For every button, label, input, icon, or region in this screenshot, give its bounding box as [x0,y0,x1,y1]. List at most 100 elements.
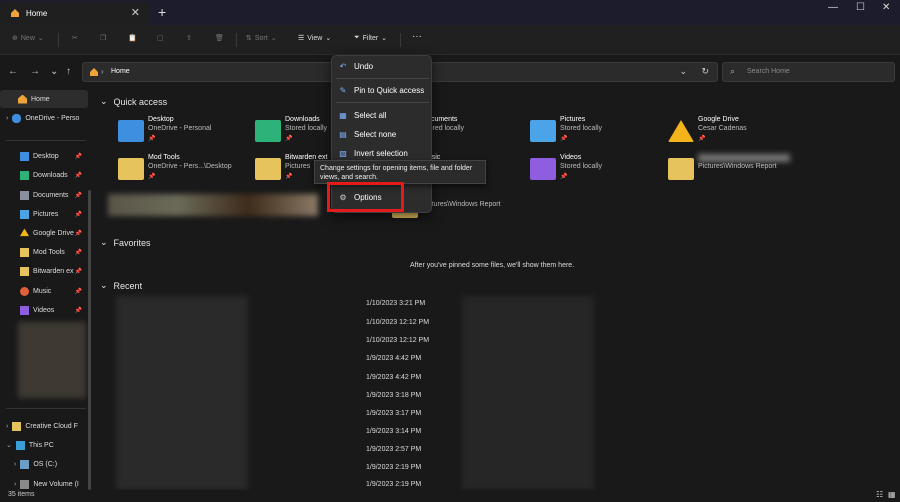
tile-pictures[interactable]: Pictures Stored locally 📌 [530,116,660,150]
folder-icon [20,247,29,257]
chevron-right-icon: › [14,480,17,488]
refresh-icon[interactable]: ↻ [701,66,709,77]
pin-icon: 📌 [74,288,82,295]
menu-undo[interactable]: ↶ Undo [332,57,433,76]
sidebar-item-downloads[interactable]: Downloads 📌 [0,166,88,184]
tile-google-drive[interactable]: Google Drive Cesar Cadenas 📌 [668,116,798,150]
pin-icon: ✎ [339,85,347,95]
pin-icon: 📌 [74,153,82,160]
menu-select-none[interactable]: ▤ Select none [332,125,433,144]
recent-date: 1/9/2023 4:42 PM [366,374,422,381]
sidebar-item-creative-cloud[interactable]: › Creative Cloud F [0,417,88,435]
sort-button[interactable]: ⇅ Sort ⌄ [246,34,277,43]
sidebar-item-this-pc[interactable]: ⌄ This PC [0,436,88,454]
item-count: 35 items [8,491,35,498]
home-icon [10,8,20,20]
chevron-right-icon: › [14,460,17,468]
pictures-icon [20,209,29,219]
chevron-down-icon[interactable]: ⌄ [679,66,687,77]
close-window-button[interactable]: ✕ [882,2,890,13]
tile-videos[interactable]: Videos Stored locally 📌 [530,154,660,188]
new-tab-button[interactable]: + [158,4,166,20]
sidebar-item-home[interactable]: Home [0,90,88,108]
pin-icon: 📌 [560,174,568,180]
recent-date: 1/9/2023 3:18 PM [366,392,422,399]
red-highlight-box [327,182,404,212]
sidebar-item-videos[interactable]: Videos 📌 [0,301,88,319]
tab-title: Home [26,9,48,18]
rename-icon[interactable]: ▢ [157,34,164,42]
blurred-content [462,296,594,490]
forward-arrow-icon[interactable]: → [30,66,40,77]
recent-date: 1/9/2023 4:42 PM [366,355,422,362]
sidebar-item-bitwarden[interactable]: Bitwarden ex 📌 [0,262,88,280]
pin-icon: 📌 [74,172,82,179]
menu-pin-quick-access[interactable]: ✎ Pin to Quick access [332,81,433,100]
sidebar-item-os-c[interactable]: › OS (C:) [0,455,88,473]
cut-icon[interactable]: ✂ [72,34,78,42]
sidebar-item-google-drive[interactable]: Google Drive 📌 [0,224,88,242]
view-button[interactable]: ☰ View ⌄ [298,34,331,43]
select-all-icon: ▦ [339,110,347,120]
view-icon: ☰ [298,35,305,42]
tile-windows-report[interactable]: Pictures\Windows Report [668,154,798,188]
recent-date: 1/9/2023 2:19 PM [366,481,422,488]
pictures-icon [530,120,556,142]
desktop-icon [118,120,144,142]
sidebar-item-documents[interactable]: Documents 📌 [0,186,88,204]
divider [6,140,86,141]
pin-icon: 📌 [74,268,82,275]
tile-mod-tools[interactable]: Mod Tools OneDrive - Pers...\Desktop 📌 [118,154,248,188]
home-icon [89,67,99,79]
delete-icon[interactable]: 🗑 [215,34,224,42]
tab-home[interactable]: Home ✕ [0,2,150,25]
section-recent[interactable]: ⌄ Recent [100,280,142,291]
tile-desktop[interactable]: Desktop OneDrive - Personal 📌 [118,116,248,150]
options-tooltip: Change settings for opening items, file … [314,160,486,184]
blurred-content [18,322,86,398]
paste-icon[interactable]: 📋 [128,34,137,42]
folder-icon [20,266,29,276]
download-icon [255,120,281,142]
close-tab-icon[interactable]: ✕ [131,6,140,19]
filter-button[interactable]: ⏷ Filter ⌄ [354,34,387,42]
new-button[interactable]: ⊕ New ⌄ [12,34,44,43]
share-icon[interactable]: ⇪ [186,34,192,42]
videos-icon [20,305,29,315]
address-path: Home [111,68,130,75]
sidebar-item-music[interactable]: Music 📌 [0,282,88,300]
chevron-right-icon: › [6,114,9,122]
blurred-content [698,154,790,162]
sidebar-item-onedrive[interactable]: › OneDrive - Perso [0,109,88,127]
search-box[interactable]: ⌕ Search Home [722,62,895,82]
filter-icon: ⏷ [354,34,360,41]
back-arrow-icon[interactable]: ← [8,66,18,77]
maximize-button[interactable]: ☐ [856,2,865,13]
undo-icon: ↶ [339,61,347,71]
sidebar-item-pictures[interactable]: Pictures 📌 [0,205,88,223]
plus-circle-icon: ⊕ [12,35,18,42]
tiles-view-icon[interactable]: ▦ [888,490,896,499]
section-favorites[interactable]: ⌄ Favorites [100,237,151,248]
section-quick-access[interactable]: ⌄ Quick access [100,96,167,107]
cloud-icon [12,113,22,123]
recent-date: 1/10/2023 12:12 PM [366,337,430,344]
minimize-button[interactable]: — [828,2,838,13]
drive-icon [20,459,30,469]
google-drive-icon [668,120,694,142]
up-arrow-icon[interactable]: ↑ [66,66,71,77]
sidebar-item-desktop[interactable]: Desktop 📌 [0,147,88,165]
divider [58,33,59,47]
sidebar-item-mod-tools[interactable]: Mod Tools 📌 [0,243,88,261]
chevron-right-icon: › [101,67,104,76]
menu-select-all[interactable]: ▦ Select all [332,106,433,125]
copy-icon[interactable]: ❐ [100,34,106,42]
sidebar-scrollbar[interactable] [88,190,91,490]
recent-locations-icon[interactable]: ⌄ [50,66,58,77]
google-drive-icon [20,228,29,237]
more-options-button[interactable]: ··· [412,31,422,42]
pin-icon: 📌 [285,136,293,142]
details-view-icon[interactable]: ☷ [876,490,883,499]
computer-icon [15,440,25,450]
folder-icon [668,158,694,180]
